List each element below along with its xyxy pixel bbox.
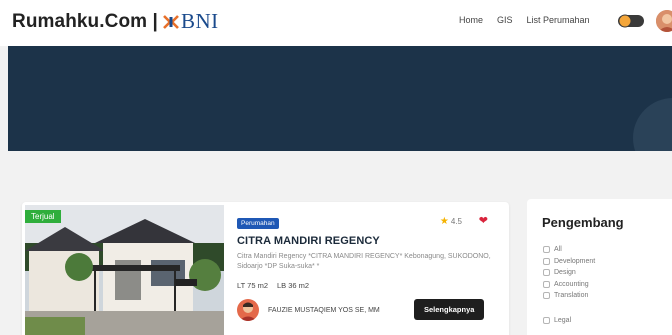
agent-name: FAUZIE MUSTAQIEM YOS SE, MM <box>268 306 380 314</box>
rating-value: 4.5 <box>450 217 462 226</box>
filter-legal[interactable]: Legal <box>543 315 595 327</box>
checkbox[interactable] <box>543 280 550 288</box>
filter-title: Pengembang <box>542 215 624 230</box>
checkbox[interactable] <box>543 269 550 277</box>
nav-list-perumahan[interactable]: List Perumahan <box>527 15 590 25</box>
land-area: LT 75 m2 <box>237 281 268 290</box>
bni-logo-text: BNI <box>180 9 219 33</box>
bni-logo: BNI <box>163 9 219 34</box>
rating: ★ 4.5 <box>440 216 462 227</box>
nav-home[interactable]: Home <box>459 15 483 25</box>
category-badge: Perumahan <box>237 218 279 229</box>
filter-translation[interactable]: Translation <box>543 290 595 302</box>
brand-name: Rumahku.Com | <box>12 10 158 32</box>
bni-mark-icon <box>163 14 179 29</box>
hero-banner <box>8 46 672 151</box>
brand[interactable]: Rumahku.Com | BNI <box>12 9 219 34</box>
building-area: LB 36 m2 <box>277 281 310 290</box>
filter-development[interactable]: Development <box>543 256 595 268</box>
star-icon: ★ <box>439 216 449 227</box>
checkbox[interactable] <box>543 316 550 324</box>
checkbox[interactable] <box>543 292 550 300</box>
developer-filter-panel: Pengembang All Development Design Accoun… <box>527 199 672 335</box>
hero-decoration <box>633 98 672 151</box>
filter-label: Accounting <box>554 280 589 288</box>
theme-toggle-icon[interactable] <box>618 14 644 28</box>
filter-label: Legal <box>554 316 572 324</box>
filter-all[interactable]: All <box>543 244 595 256</box>
filter-label: Translation <box>554 292 589 300</box>
sold-badge: Terjual <box>25 210 61 223</box>
agent-avatar <box>237 299 259 321</box>
filter-label: All <box>554 246 562 254</box>
filter-design[interactable]: Design <box>543 267 595 279</box>
listing-card[interactable]: Terjual Perumahan ★ 4.5 ❤ CITRA MANDIRI … <box>22 202 509 335</box>
checkbox[interactable] <box>543 246 550 254</box>
nav-gis[interactable]: GIS <box>497 15 513 25</box>
navbar: Rumahku.Com | BNI Home GIS List Perumaha… <box>0 0 672 46</box>
main-nav: Home GIS List Perumahan <box>459 15 590 25</box>
listing-body: Perumahan ★ 4.5 ❤ CITRA MANDIRI REGENCY … <box>237 212 502 322</box>
checkbox[interactable] <box>543 257 550 265</box>
listing-photo[interactable] <box>25 205 224 335</box>
agent-row: FAUZIE MUSTAQIEM YOS SE, MM Selengkapnya <box>237 298 502 322</box>
listing-description: Citra Mandiri Regency *CITRA MANDIRI REG… <box>237 253 491 270</box>
filter-label: Design <box>554 269 576 277</box>
user-avatar[interactable] <box>656 10 672 32</box>
details-button[interactable]: Selengkapnya <box>414 299 485 320</box>
filter-accounting[interactable]: Accounting <box>543 279 595 291</box>
listing-specs: LT 75 m2 LB 36 m2 <box>237 281 502 290</box>
filter-list: All Development Design Accounting Transl… <box>543 244 595 326</box>
filter-label: Development <box>554 257 596 265</box>
listing-title[interactable]: CITRA MANDIRI REGENCY <box>237 235 502 247</box>
heart-icon[interactable]: ❤ <box>479 214 488 227</box>
